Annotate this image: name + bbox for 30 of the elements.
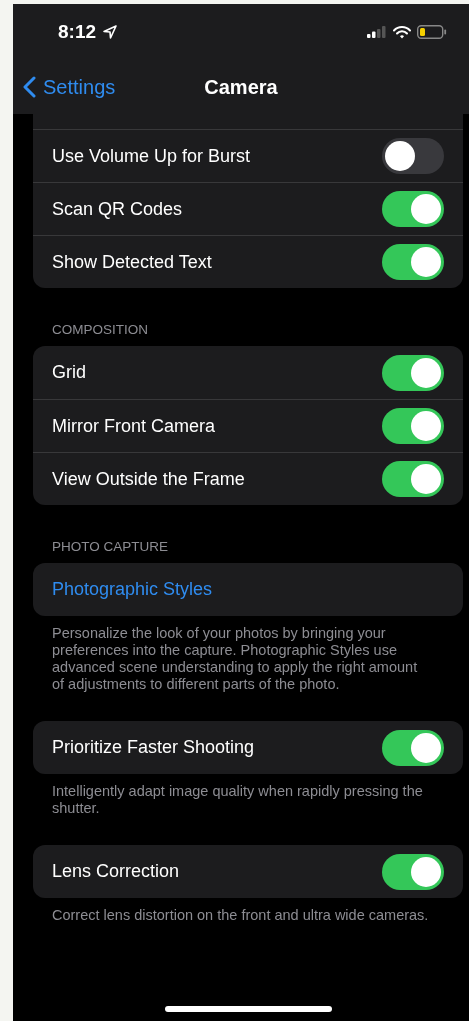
toggle-switch[interactable] bbox=[382, 853, 444, 890]
back-button[interactable]: Settings bbox=[23, 75, 116, 99]
section-header: COMPOSITION bbox=[52, 322, 149, 337]
chevron-left-icon bbox=[23, 76, 36, 98]
setting-label: View Outside the Frame bbox=[52, 468, 245, 490]
section-footer: Intelligently adapt image quality when rapidly pressing the shutter. bbox=[52, 783, 432, 817]
toggle-switch[interactable] bbox=[382, 408, 444, 444]
setting-label: Mirror Front Camera bbox=[52, 415, 216, 437]
setting-label: Lens Correction bbox=[52, 861, 180, 882]
toggle-switch[interactable] bbox=[382, 729, 444, 766]
setting-label: Show Detected Text bbox=[52, 251, 212, 273]
battery-icon bbox=[417, 25, 447, 39]
toggle-switch[interactable] bbox=[382, 244, 444, 280]
settings-link[interactable]: Photographic Styles bbox=[52, 579, 213, 600]
wifi-icon bbox=[393, 25, 411, 39]
location-arrow-icon bbox=[102, 24, 119, 40]
signal-icon bbox=[367, 26, 387, 38]
toggle-switch[interactable] bbox=[382, 461, 444, 497]
setting-label: Scan QR Codes bbox=[52, 198, 183, 220]
toggle-switch[interactable] bbox=[382, 191, 444, 227]
setting-label: Use Volume Up for Burst bbox=[52, 145, 251, 167]
section-footer: Correct lens distortion on the front and ultra wide cameras. bbox=[52, 907, 432, 924]
setting-label: Grid bbox=[52, 362, 86, 383]
setting-label: Prioritize Faster Shooting bbox=[52, 737, 255, 758]
toggle-switch[interactable] bbox=[382, 354, 444, 391]
status-time: 8:12 bbox=[58, 21, 97, 43]
section-footer: Personalize the look of your photos by bringing your preferences into the capture. Photographic Styles use advanced scene understanding to apply the right amount of adjustments to different parts of the photo. bbox=[52, 625, 432, 693]
toggle-switch[interactable] bbox=[382, 138, 444, 174]
section-header: PHOTO CAPTURE bbox=[52, 539, 169, 554]
page-title: Camera bbox=[204, 75, 278, 99]
